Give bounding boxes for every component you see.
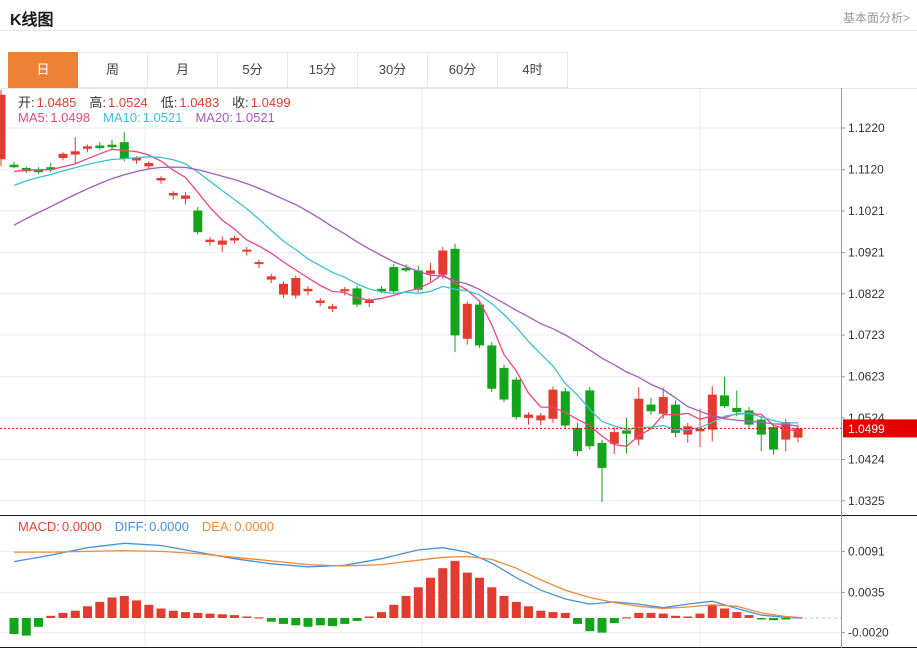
macd-axis-label: -0.0020 [848, 626, 889, 640]
main-axis-label: 1.1220 [848, 121, 885, 135]
main-axis-label: 1.1021 [848, 204, 885, 218]
price-marker-value: 1.0499 [848, 422, 885, 436]
main-axis-label: 1.0921 [848, 246, 885, 260]
main-axis-label: 1.0623 [848, 370, 885, 384]
y-axis-labels: 1.1220 1.1120 1.1021 1.0921 1.0822 1.0723 1.06… [841, 121, 889, 640]
main-axis-label: 1.0723 [848, 328, 885, 342]
tab-4hour[interactable]: 4时 [498, 52, 568, 88]
main-axis-label: 1.0325 [848, 494, 885, 508]
tab-week[interactable]: 周 [78, 52, 148, 88]
fundamental-analysis-link[interactable]: 基本面分析> [843, 9, 910, 26]
main-axis-label: 1.0424 [848, 453, 885, 467]
kline-chart-canvas[interactable]: 1.1220 1.1120 1.1021 1.0921 1.0822 1.0723 1.06… [0, 88, 917, 649]
main-axis-label: 1.0822 [848, 287, 885, 301]
ma20-line [14, 167, 798, 426]
header: K线图 基本面分析> [0, 0, 917, 31]
grid [0, 88, 841, 648]
price-marker: 1.0499 [843, 419, 917, 437]
ma-lines [14, 149, 798, 446]
period-tabs: 日 周 月 5分 15分 30分 60分 4时 [8, 52, 568, 88]
tab-5min[interactable]: 5分 [218, 52, 288, 88]
tab-day[interactable]: 日 [8, 52, 78, 88]
tab-60min[interactable]: 60分 [428, 52, 498, 88]
main-axis-label: 1.1120 [848, 163, 884, 177]
tab-15min[interactable]: 15分 [288, 52, 358, 88]
candlestick-series [0, 90, 803, 502]
tab-month[interactable]: 月 [148, 52, 218, 88]
macd-axis-label: 0.0091 [848, 544, 885, 558]
page-title: K线图 [10, 6, 54, 30]
ma10-line [14, 157, 798, 430]
tab-30min[interactable]: 30分 [358, 52, 428, 88]
macd-axis-label: 0.0035 [848, 585, 885, 599]
macd-histogram [10, 561, 803, 636]
